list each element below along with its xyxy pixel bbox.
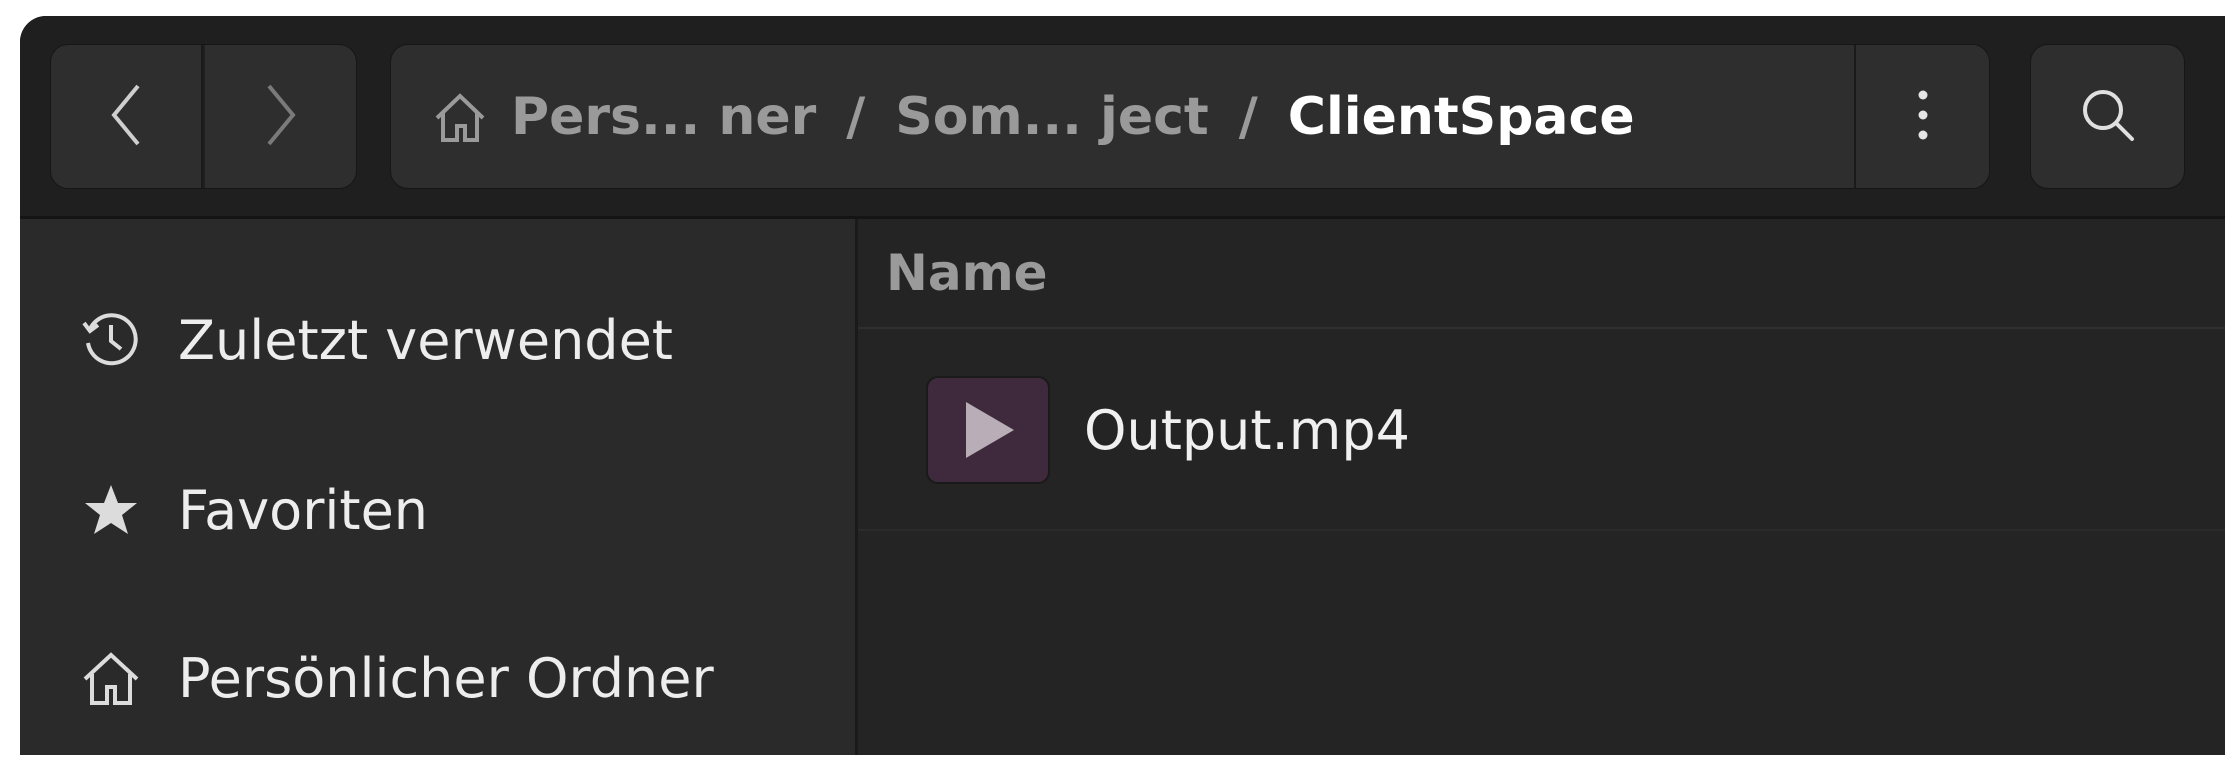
path-menu-button[interactable] [1854,45,1989,188]
home-icon[interactable] [431,88,489,146]
back-button[interactable] [51,45,203,188]
navigation-buttons [50,44,357,189]
breadcrumb-separator: / [846,86,866,147]
file-manager-window: Pers... ner / Som... ject / ClientSpace [20,16,2225,755]
path-bar: Pers... ner / Som... ject / ClientSpace [390,44,1990,189]
breadcrumb-separator: / [1238,86,1258,147]
video-file-icon [926,376,1050,484]
sidebar-item-home[interactable]: Persönlicher Ordner [20,613,855,743]
search-button[interactable] [2030,44,2185,189]
sidebar-item-label: Zuletzt verwendet [178,308,673,372]
sidebar: Zuletzt verwendet Favoriten Persönlicher… [20,219,858,755]
star-icon [78,477,144,543]
sidebar-item-label: Favoriten [178,478,429,542]
sidebar-item-recent[interactable]: Zuletzt verwendet [20,275,855,405]
breadcrumb-item-current[interactable]: ClientSpace [1288,87,1635,147]
vertical-dots-icon [1913,87,1933,147]
chevron-left-icon [106,80,146,154]
breadcrumb-item-project[interactable]: Som... ject [895,87,1209,147]
breadcrumb: Pers... ner / Som... ject / ClientSpace [391,45,1856,188]
column-header-label: Name [886,244,1048,302]
forward-button[interactable] [205,45,356,188]
column-header-name[interactable]: Name [858,219,2225,329]
file-list-view: Name Output.mp4 [858,219,2225,755]
breadcrumb-item-home[interactable]: Pers... ner [511,87,816,147]
file-name: Output.mp4 [1084,398,1410,462]
sidebar-item-favorites[interactable]: Favoriten [20,445,855,575]
chevron-right-icon [261,80,301,154]
file-row[interactable]: Output.mp4 [858,331,2225,531]
clock-icon [78,307,144,373]
search-icon [2076,83,2140,151]
header-bar: Pers... ner / Som... ject / ClientSpace [20,16,2225,219]
home-icon [78,645,144,711]
sidebar-item-label: Persönlicher Ordner [178,646,714,710]
